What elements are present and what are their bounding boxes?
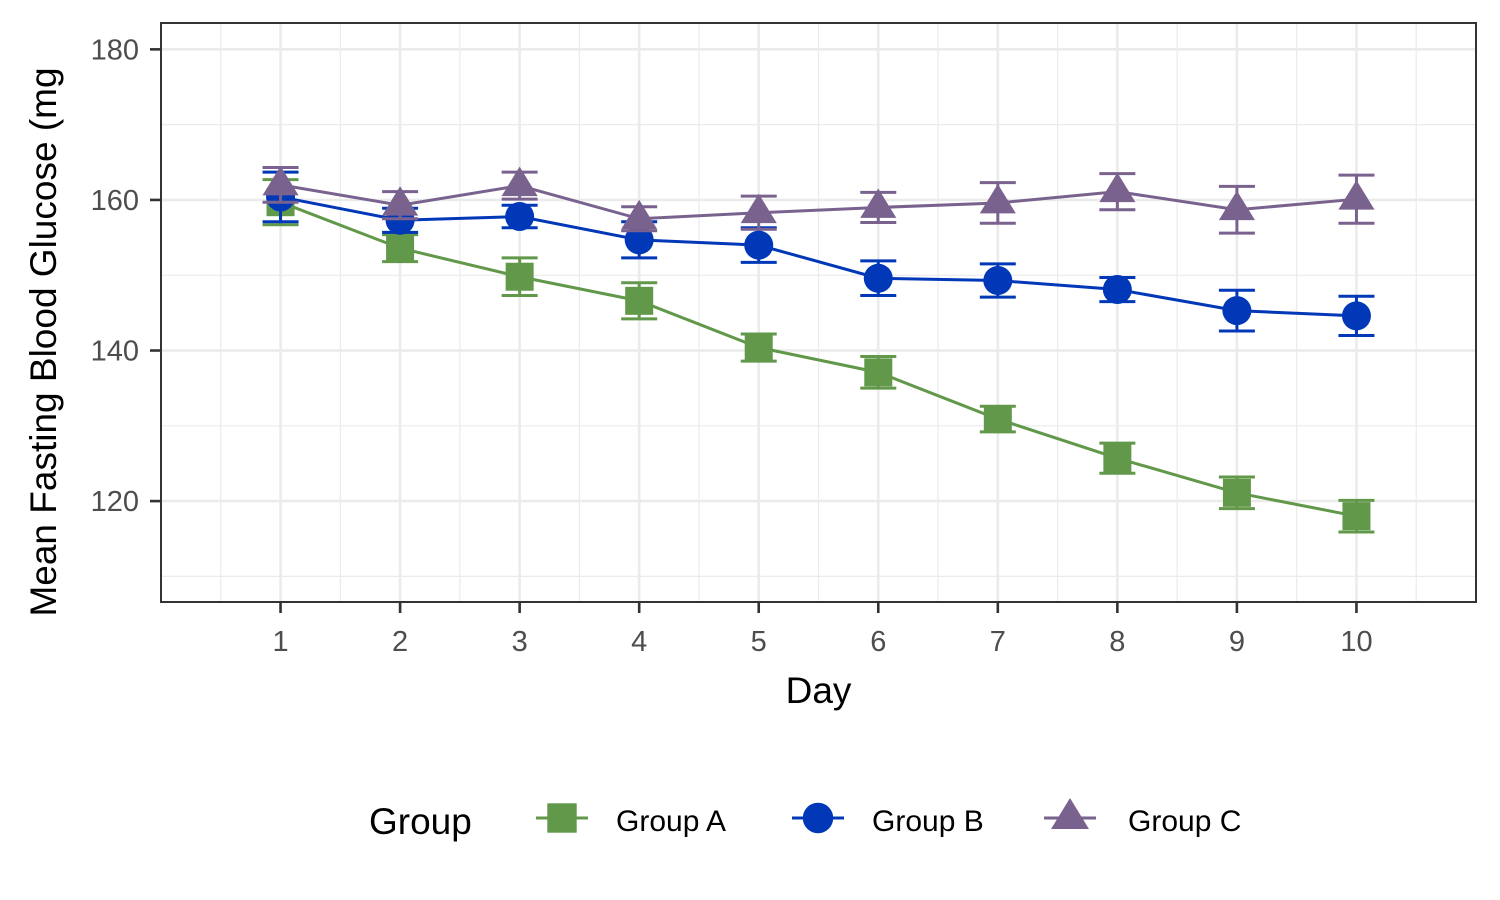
- y-tick-label: 180: [91, 34, 139, 66]
- y-axis-title: Mean Fasting Blood Glucose (mg: [23, 67, 64, 616]
- legend-label: Group B: [872, 805, 984, 838]
- x-tick-label: 2: [392, 626, 408, 658]
- data-point: [744, 230, 774, 260]
- data-point: [1222, 296, 1252, 326]
- data-point: [1342, 502, 1371, 531]
- x-tick-label: 6: [870, 626, 886, 658]
- legend-label: Group A: [616, 805, 726, 838]
- x-axis-title: Day: [786, 670, 852, 711]
- data-point: [505, 262, 534, 291]
- x-tick-label: 8: [1109, 626, 1125, 658]
- data-point: [1102, 275, 1132, 305]
- data-point: [386, 234, 415, 263]
- data-point: [740, 193, 777, 224]
- x-tick-label: 1: [272, 626, 288, 658]
- x-tick-label: 5: [751, 626, 767, 658]
- legend: Group Group A Group B Group C: [369, 798, 1241, 842]
- legend-label: Group C: [1128, 805, 1241, 838]
- data-point: [1341, 301, 1371, 331]
- data-point: [983, 266, 1013, 296]
- y-tick-label: 120: [91, 486, 139, 518]
- x-tick-label: 3: [512, 626, 528, 658]
- x-axis: 1 2 3 4 5 6 7 8 9 10: [272, 602, 1373, 658]
- legend-key-marker: [802, 802, 834, 834]
- data-point: [1218, 190, 1255, 221]
- x-tick-label: 4: [631, 626, 647, 658]
- legend-key-group-a: [536, 803, 588, 833]
- data-point: [983, 405, 1012, 434]
- data-point: [1099, 172, 1136, 203]
- x-tick-label: 10: [1340, 626, 1372, 658]
- line-chart: 1 2 3 4 5 6 7 8 9 10 120 140 160 180 Day Mean Fastin…: [23, 22, 1477, 842]
- legend-key-marker: [1051, 798, 1089, 829]
- data-point: [625, 286, 654, 315]
- legend-title: Group: [369, 801, 472, 842]
- x-tick-label: 9: [1229, 626, 1245, 658]
- y-tick-label: 160: [91, 185, 139, 217]
- data-point: [744, 333, 773, 362]
- legend-key-marker: [547, 803, 577, 833]
- legend-key-group-c: [1044, 798, 1096, 829]
- data-point: [863, 263, 893, 293]
- y-axis: 120 140 160 180: [91, 34, 161, 518]
- y-tick-label: 140: [91, 336, 139, 368]
- data-point: [1222, 478, 1251, 507]
- data-point: [1103, 444, 1132, 473]
- x-tick-label: 7: [990, 626, 1006, 658]
- data-point: [1338, 180, 1375, 210]
- data-point: [864, 358, 893, 387]
- legend-key-group-b: [792, 802, 844, 834]
- data-point: [505, 202, 535, 232]
